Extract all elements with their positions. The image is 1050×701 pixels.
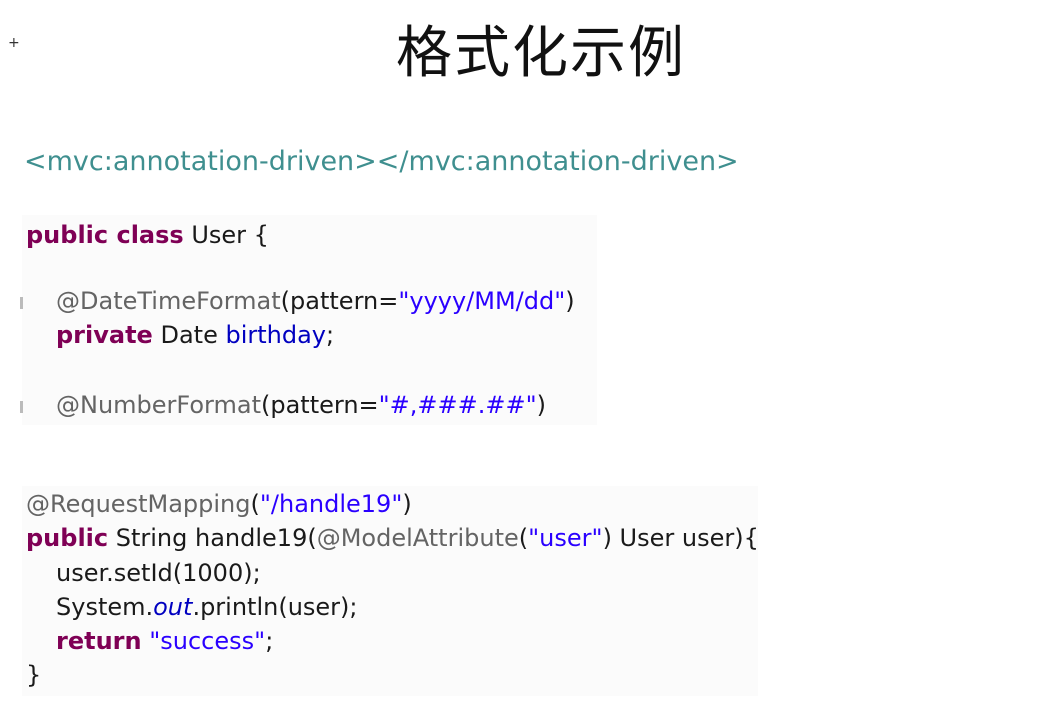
gutter-marker	[20, 297, 23, 309]
code-text: User {	[183, 221, 269, 249]
code-text: )	[536, 391, 547, 419]
keyword: private	[56, 321, 153, 349]
code-line-return: return "success";	[56, 627, 273, 655]
annotation: @NumberFormat	[56, 391, 261, 419]
code-text: (	[518, 524, 529, 552]
xml-annotation-driven-line: <mvc:annotation-driven></mvc:annotation-…	[24, 146, 739, 177]
code-text: ) User user){	[602, 524, 759, 552]
code-text: ;	[326, 321, 335, 349]
code-text: )	[565, 287, 575, 315]
code-text: )	[402, 490, 412, 518]
annotation: @DateTimeFormat	[56, 287, 281, 315]
field-name: birthday	[225, 321, 327, 349]
code-text: String handle19(	[108, 524, 317, 552]
code-line-class-decl: public class User {	[26, 221, 269, 249]
string-literal: "#,###.##"	[378, 391, 537, 419]
annotation: @ModelAttribute	[316, 524, 519, 552]
code-text: Date	[152, 321, 226, 349]
code-text: (pattern=	[260, 391, 379, 419]
code-line-closing-brace: }	[26, 661, 42, 689]
code-text: (pattern=	[280, 287, 399, 315]
keyword: public class	[26, 221, 184, 249]
code-text: ;	[265, 627, 274, 655]
code-line-set-id: user.setId(1000);	[56, 559, 261, 587]
code-line-method-signature: public String handle19(@ModelAttribute("…	[26, 524, 759, 552]
code-line-println: System.out.println(user);	[56, 593, 358, 621]
annotation: @RequestMapping	[26, 490, 251, 518]
static-field: out	[153, 593, 193, 621]
code-text: System.	[56, 593, 154, 621]
code-line-numberformat: @NumberFormat(pattern="#,###.##")	[56, 391, 546, 419]
keyword: return	[56, 627, 142, 655]
string-literal: "success"	[149, 627, 266, 655]
user-class-code-block: public class User { @DateTimeFormat(patt…	[20, 215, 597, 425]
keyword: public	[26, 524, 109, 552]
string-literal: "/handle19"	[259, 490, 403, 518]
code-line-request-mapping: @RequestMapping("/handle19")	[26, 490, 412, 518]
string-literal: "yyyy/MM/dd"	[398, 287, 566, 315]
code-line-datetimeformat: @DateTimeFormat(pattern="yyyy/MM/dd")	[56, 287, 575, 315]
code-text: .println(user);	[192, 593, 358, 621]
gutter-marker	[20, 401, 23, 413]
code-text: (	[250, 490, 260, 518]
string-literal: "user"	[528, 524, 603, 552]
code-line-birthday-field: private Date birthday;	[56, 321, 334, 349]
slide-title: 格式化示例	[396, 21, 686, 86]
handler-method-code-block: @RequestMapping("/handle19") public Stri…	[22, 486, 759, 696]
